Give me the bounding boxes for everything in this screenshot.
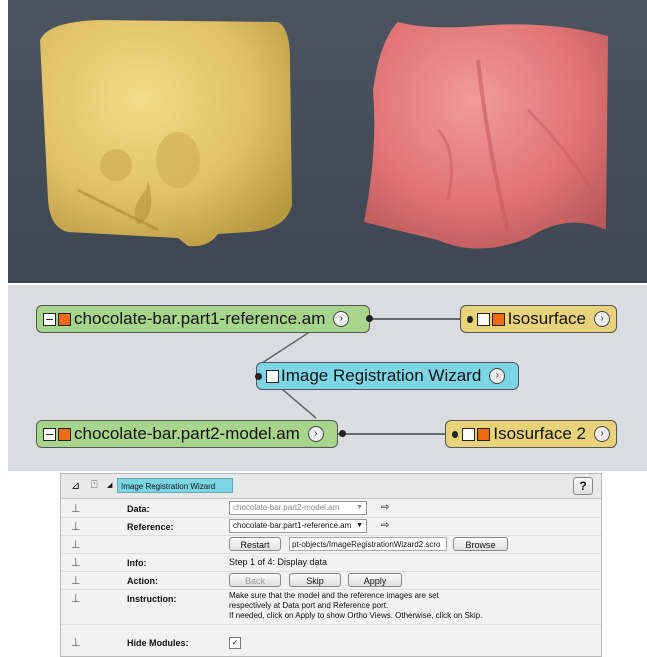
chevron-right-icon[interactable]: ›	[307, 426, 324, 442]
info-label: Info:	[127, 558, 147, 568]
settings-icon[interactable]: ⍞	[91, 479, 98, 492]
node-label: Image Registration Wizard	[281, 366, 482, 385]
color-square-icon	[491, 312, 505, 326]
visibility-checkbox[interactable]	[43, 312, 56, 326]
node-reference-data[interactable]: chocolate-bar.part1-reference.am ›	[36, 305, 370, 333]
instruction-line: Make sure that the model and the referen…	[229, 591, 439, 600]
input-port-dot[interactable]	[467, 315, 473, 323]
back-button[interactable]: Back	[229, 573, 281, 587]
connect-arrow-icon[interactable]: ⇨	[381, 502, 389, 513]
action-label: Action:	[127, 576, 158, 586]
script-path-field[interactable]: pt-objects/ImageRegistrationWizard2.scro	[289, 537, 447, 551]
visibility-checkbox[interactable]	[462, 427, 476, 441]
module-icon: ⊿	[71, 480, 81, 492]
script-row: ⊥ Restart pt-objects/ImageRegistrationWi…	[61, 536, 601, 554]
hide-modules-label: Hide Modules:	[127, 638, 189, 648]
action-row: ⊥ Action: Back Skip Apply	[61, 572, 601, 590]
info-row: ⊥ Info: Step 1 of 4: Display data	[61, 554, 601, 572]
chevron-down-icon: ▼	[356, 504, 363, 511]
data-label: Data:	[127, 504, 150, 514]
reference-combo-value: chocolate-bar.part1-reference.am	[233, 521, 352, 530]
isosurface-render	[40, 20, 608, 249]
3d-viewer[interactable]	[8, 0, 647, 283]
instruction-row: ⊥ Instruction: Make sure that the model …	[61, 590, 601, 625]
hide-modules-checkbox[interactable]: ✓	[229, 637, 241, 649]
output-port-dot[interactable]	[366, 315, 373, 322]
pin-icon[interactable]: ⊥	[71, 520, 81, 533]
node-label: Isosurface 2	[493, 424, 586, 443]
pin-icon[interactable]: ⊥	[71, 556, 81, 569]
collapse-triangle-icon[interactable]: ◢	[107, 481, 112, 489]
instruction-line: If needed, click on Apply to show Ortho …	[229, 611, 483, 620]
input-port-dot[interactable]	[255, 372, 262, 380]
color-square-icon	[58, 312, 71, 326]
skip-button[interactable]: Skip	[289, 573, 341, 587]
reference-combo[interactable]: chocolate-bar.part1-reference.am ▼	[229, 519, 367, 533]
node-label: chocolate-bar.part2-model.am	[74, 424, 300, 443]
node-label: Isosurface	[507, 309, 586, 328]
instruction-label: Instruction:	[127, 594, 177, 604]
data-combo[interactable]: chocolate-bar.part2-model.am ▼	[229, 501, 367, 515]
panel-header: ⊿ ⍞ ◢ Image Registration Wizard ?	[61, 474, 601, 499]
connect-arrow-icon[interactable]: ⇨	[381, 520, 389, 531]
apply-button[interactable]: Apply	[348, 573, 402, 587]
pin-icon[interactable]: ⊥	[71, 592, 81, 605]
chevron-down-icon: ▼	[356, 522, 363, 529]
info-value: Step 1 of 4: Display data	[229, 557, 328, 567]
visibility-checkbox[interactable]	[476, 312, 490, 326]
visibility-checkbox[interactable]	[43, 427, 56, 441]
data-combo-value: chocolate-bar.part2-model.am	[233, 503, 340, 512]
reference-label: Reference:	[127, 522, 174, 532]
node-model-data[interactable]: chocolate-bar.part2-model.am ›	[36, 420, 338, 448]
restart-button[interactable]: Restart	[229, 537, 281, 551]
module-title[interactable]: Image Registration Wizard	[117, 478, 233, 493]
node-isosurface[interactable]: Isosurface ›	[460, 305, 617, 333]
pink-isosurface	[364, 22, 608, 249]
instruction-text: Make sure that the model and the referen…	[229, 591, 482, 621]
color-square-icon	[58, 427, 71, 441]
yellow-isosurface	[40, 20, 292, 247]
pin-icon[interactable]: ⊥	[71, 502, 81, 515]
help-button[interactable]: ?	[573, 477, 593, 495]
chevron-right-icon[interactable]: ›	[594, 311, 610, 327]
chevron-right-icon[interactable]: ›	[489, 368, 506, 384]
pin-icon[interactable]: ⊥	[71, 538, 81, 551]
pin-icon[interactable]: ⊥	[71, 636, 81, 649]
port-row-data: ⊥ Data: chocolate-bar.part2-model.am ▼ ⇨	[61, 500, 601, 518]
node-label: chocolate-bar.part1-reference.am	[74, 309, 326, 328]
browse-button[interactable]: Browse	[453, 537, 508, 551]
output-port-dot[interactable]	[339, 430, 346, 437]
hide-modules-row: ⊥ Hide Modules: ✓	[61, 634, 601, 651]
color-square-icon	[477, 427, 491, 441]
visibility-checkbox[interactable]	[266, 369, 279, 383]
instruction-line: respectively at Data port and Reference …	[229, 601, 389, 610]
chevron-right-icon[interactable]: ›	[594, 426, 610, 442]
input-port-dot[interactable]	[452, 430, 459, 438]
node-isosurface-2[interactable]: Isosurface 2 ›	[445, 420, 617, 448]
pin-icon[interactable]: ⊥	[71, 574, 81, 587]
project-pool: chocolate-bar.part1-reference.am › Isosu…	[8, 285, 647, 471]
chevron-right-icon[interactable]: ›	[333, 311, 350, 327]
port-row-reference: ⊥ Reference: chocolate-bar.part1-referen…	[61, 518, 601, 536]
properties-panel: ⊿ ⍞ ◢ Image Registration Wizard ? ⊥ Data…	[60, 473, 602, 657]
node-image-registration-wizard[interactable]: Image Registration Wizard ›	[255, 362, 519, 390]
